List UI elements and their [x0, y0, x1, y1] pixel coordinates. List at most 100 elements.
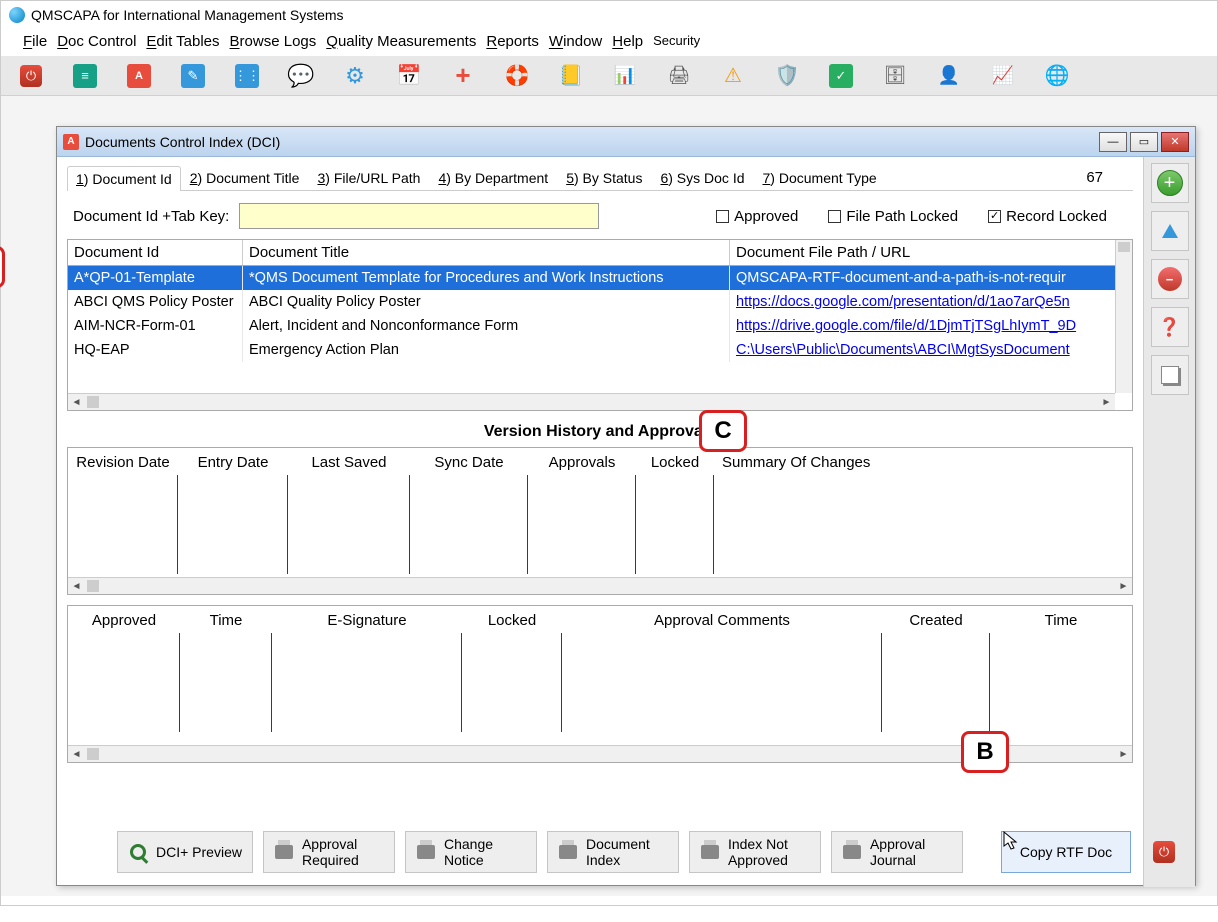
index-not-approved-button[interactable]: Index NotApproved: [689, 831, 821, 873]
col-created[interactable]: Created: [882, 609, 990, 632]
checkbox-record-label: Record Locked: [1006, 208, 1107, 225]
tab-file-path[interactable]: 3) File/URL Path: [308, 165, 429, 190]
doc-icon[interactable]: ≡: [73, 64, 97, 88]
menu-doc-control[interactable]: Doc Control: [57, 33, 136, 50]
col-last-saved[interactable]: Last Saved: [288, 451, 410, 474]
edit-icon[interactable]: ✎: [181, 64, 205, 88]
col-esig[interactable]: E-Signature: [272, 609, 462, 632]
menubar: File Doc Control Edit Tables Browse Logs…: [1, 29, 1217, 56]
globe-search-icon[interactable]: 🌐: [1045, 64, 1069, 88]
report-icon[interactable]: 📈: [991, 64, 1015, 88]
approval-journal-button[interactable]: ApprovalJournal: [831, 831, 963, 873]
table-row[interactable]: ABCI QMS Policy PosterABCI Quality Polic…: [68, 290, 1132, 314]
shield-icon[interactable]: 🛡️: [775, 64, 799, 88]
maximize-button[interactable]: ▭: [1130, 132, 1158, 152]
filter-input[interactable]: [239, 203, 599, 229]
checkbox-filepath-locked[interactable]: File Path Locked: [828, 208, 958, 225]
col-sync-date[interactable]: Sync Date: [410, 451, 528, 474]
calendar-icon[interactable]: 📅: [397, 64, 421, 88]
dialog-sidebar: + − ❓: [1143, 157, 1195, 887]
h-scrollbar-2[interactable]: ◄►: [68, 577, 1132, 594]
plus-icon[interactable]: +: [451, 64, 475, 88]
document-index-label: DocumentIndex: [586, 836, 650, 868]
add-button[interactable]: +: [1151, 163, 1189, 203]
filter-label: Document Id +Tab Key:: [73, 208, 229, 225]
copy-rtf-button[interactable]: Copy RTF Doc: [1001, 831, 1131, 873]
tab-status[interactable]: 5) By Status: [557, 165, 651, 190]
dci-preview-label: DCI+ Preview: [156, 844, 242, 860]
copy-rtf-label: Copy RTF Doc: [1020, 844, 1112, 860]
grid-icon[interactable]: ⋮⋮: [235, 64, 259, 88]
adobe-icon[interactable]: A: [127, 64, 151, 88]
minimize-button[interactable]: —: [1099, 132, 1127, 152]
tab-doc-type[interactable]: 7) Document Type: [754, 165, 886, 190]
col-doc-id[interactable]: Document Id: [68, 240, 243, 265]
menu-edit-tables[interactable]: Edit Tables: [146, 33, 219, 50]
menu-security[interactable]: Security: [653, 33, 700, 50]
documents-grid[interactable]: Document Id Document Title Document File…: [67, 239, 1133, 411]
app-title: QMSCAPA for International Management Sys…: [31, 7, 344, 23]
table-row[interactable]: HQ-EAPEmergency Action PlanC:\Users\Publ…: [68, 338, 1132, 362]
checklist-icon[interactable]: ✓: [829, 64, 853, 88]
col-summary[interactable]: Summary Of Changes: [714, 451, 1132, 474]
version-history-title: Version History and Approvals: [67, 411, 1133, 447]
col-locked[interactable]: Locked: [636, 451, 714, 474]
col-approvals[interactable]: Approvals: [528, 451, 636, 474]
dialog-titlebar[interactable]: A Documents Control Index (DCI) — ▭ ✕: [57, 127, 1195, 157]
tab-sys-doc[interactable]: 6) Sys Doc Id: [651, 165, 753, 190]
power-icon[interactable]: ⏻: [19, 64, 43, 88]
document-index-button[interactable]: DocumentIndex: [547, 831, 679, 873]
checkbox-filepath-label: File Path Locked: [846, 208, 958, 225]
help-button[interactable]: ❓: [1151, 307, 1189, 347]
main-toolbar: ⏻ ≡ A ✎ ⋮⋮ 💬 ⚙ 📅 + 🛟 📒 📊 🖨 ⚠ 🛡️ ✓ 🗄 👤 📈 …: [1, 56, 1217, 96]
chat-icon[interactable]: 💬: [289, 64, 313, 88]
v-scrollbar[interactable]: [1115, 240, 1132, 393]
copy-button[interactable]: [1151, 355, 1189, 395]
warning-icon[interactable]: ⚠: [721, 64, 745, 88]
table-row[interactable]: A*QP-01-Template*QMS Document Template f…: [68, 266, 1132, 290]
col-approval-comments[interactable]: Approval Comments: [562, 609, 882, 632]
col-time1[interactable]: Time: [180, 609, 272, 632]
user-icon[interactable]: 👤: [937, 64, 961, 88]
menu-help[interactable]: Help: [612, 33, 643, 50]
version-history-grid[interactable]: Revision Date Entry Date Last Saved Sync…: [67, 447, 1133, 595]
tab-document-id[interactable]: 1) Document Id: [67, 166, 181, 191]
dialog-icon: A: [63, 134, 79, 150]
col-locked2[interactable]: Locked: [462, 609, 562, 632]
dialog-title: Documents Control Index (DCI): [85, 134, 1096, 150]
edit-button[interactable]: [1151, 211, 1189, 251]
notebook-icon[interactable]: 📒: [559, 64, 583, 88]
chart-icon[interactable]: 📊: [613, 64, 637, 88]
menu-browse-logs[interactable]: Browse Logs: [230, 33, 317, 50]
mdi-area: A Documents Control Index (DCI) — ▭ ✕ 1)…: [1, 96, 1217, 896]
menu-reports[interactable]: Reports: [486, 33, 539, 50]
dci-preview-button[interactable]: DCI+ Preview: [117, 831, 253, 873]
menu-file[interactable]: File: [23, 33, 47, 50]
col-time2[interactable]: Time: [990, 609, 1132, 632]
col-doc-title[interactable]: Document Title: [243, 240, 730, 265]
h-scrollbar[interactable]: ◄►: [68, 393, 1115, 410]
checkbox-approved[interactable]: Approved: [716, 208, 798, 225]
tab-document-title[interactable]: 2) Document Title: [181, 165, 309, 190]
delete-button[interactable]: −: [1151, 259, 1189, 299]
menu-window[interactable]: Window: [549, 33, 602, 50]
gear-icon[interactable]: ⚙: [343, 64, 367, 88]
db-icon[interactable]: 🗄: [883, 64, 907, 88]
menu-quality[interactable]: Quality Measurements: [326, 33, 476, 50]
col-entry-date[interactable]: Entry Date: [178, 451, 288, 474]
col-revision-date[interactable]: Revision Date: [68, 451, 178, 474]
tab-department[interactable]: 4) By Department: [429, 165, 557, 190]
print-icon[interactable]: 🖨: [667, 64, 691, 88]
approval-required-button[interactable]: ApprovalRequired: [263, 831, 395, 873]
life-ring-icon[interactable]: 🛟: [505, 64, 529, 88]
col-approved[interactable]: Approved: [68, 609, 180, 632]
checkbox-record-locked[interactable]: ✓Record Locked: [988, 208, 1107, 225]
table-row[interactable]: AIM-NCR-Form-01Alert, Incident and Nonco…: [68, 314, 1132, 338]
dci-dialog: A Documents Control Index (DCI) — ▭ ✕ 1)…: [56, 126, 1196, 886]
checkbox-approved-label: Approved: [734, 208, 798, 225]
col-doc-path[interactable]: Document File Path / URL: [730, 240, 1132, 265]
close-button[interactable]: ✕: [1161, 132, 1189, 152]
change-notice-button[interactable]: ChangeNotice: [405, 831, 537, 873]
close-power-button[interactable]: ⏻: [1153, 841, 1175, 863]
approval-required-label: ApprovalRequired: [302, 836, 359, 868]
